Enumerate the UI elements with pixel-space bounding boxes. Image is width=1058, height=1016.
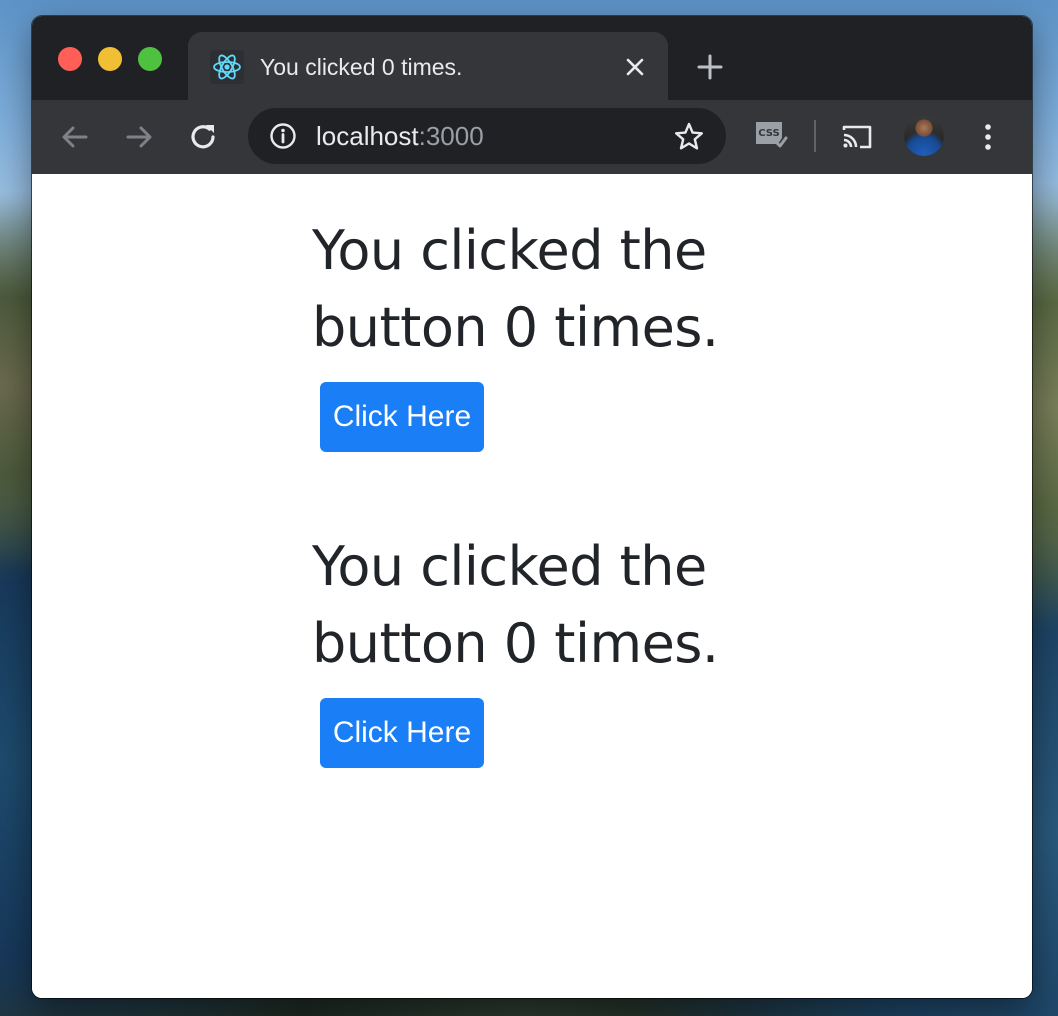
info-icon[interactable] <box>268 121 298 151</box>
browser-window: You clicked 0 times. localhost:3000 CSS … <box>32 16 1032 998</box>
kebab-menu-icon[interactable] <box>971 120 1005 154</box>
browser-toolbar: localhost:3000 CSS <box>32 100 1032 174</box>
click-here-button[interactable]: Click Here <box>320 382 484 452</box>
react-logo-icon <box>210 50 244 84</box>
counter-message: You clicked the button 0 times. <box>312 219 719 359</box>
avatar[interactable] <box>904 116 944 156</box>
cast-icon[interactable] <box>840 120 874 154</box>
toolbar-divider <box>814 120 816 152</box>
maximize-window-button[interactable] <box>138 47 162 71</box>
tab-active[interactable]: You clicked 0 times. <box>188 32 668 100</box>
tab-title: You clicked 0 times. <box>260 54 463 80</box>
url-text[interactable]: localhost:3000 <box>316 120 484 152</box>
counter-message: You clicked the button 0 times. <box>312 535 719 675</box>
arrow-right-icon[interactable] <box>122 120 156 154</box>
counter-1: You clicked the button 0 times. Click He… <box>312 212 772 452</box>
counter-2: You clicked the button 0 times. Click He… <box>312 528 772 768</box>
tab-strip: You clicked 0 times. <box>32 16 1032 100</box>
url-port: :3000 <box>418 121 484 151</box>
arrow-left-icon[interactable] <box>58 120 92 154</box>
reload-icon[interactable] <box>187 120 221 154</box>
click-here-button[interactable]: Click Here <box>320 698 484 768</box>
svg-text:CSS: CSS <box>758 128 779 139</box>
star-icon[interactable] <box>672 120 706 154</box>
url-host: localhost <box>316 121 419 151</box>
address-bar[interactable]: localhost:3000 <box>248 108 726 164</box>
minimize-window-button[interactable] <box>98 47 122 71</box>
close-icon[interactable] <box>622 54 648 80</box>
close-window-button[interactable] <box>58 47 82 71</box>
new-tab-icon[interactable] <box>695 52 725 82</box>
page-content: You clicked the button 0 times. Click He… <box>32 174 1032 998</box>
css-extension-icon[interactable]: CSS <box>752 118 790 154</box>
